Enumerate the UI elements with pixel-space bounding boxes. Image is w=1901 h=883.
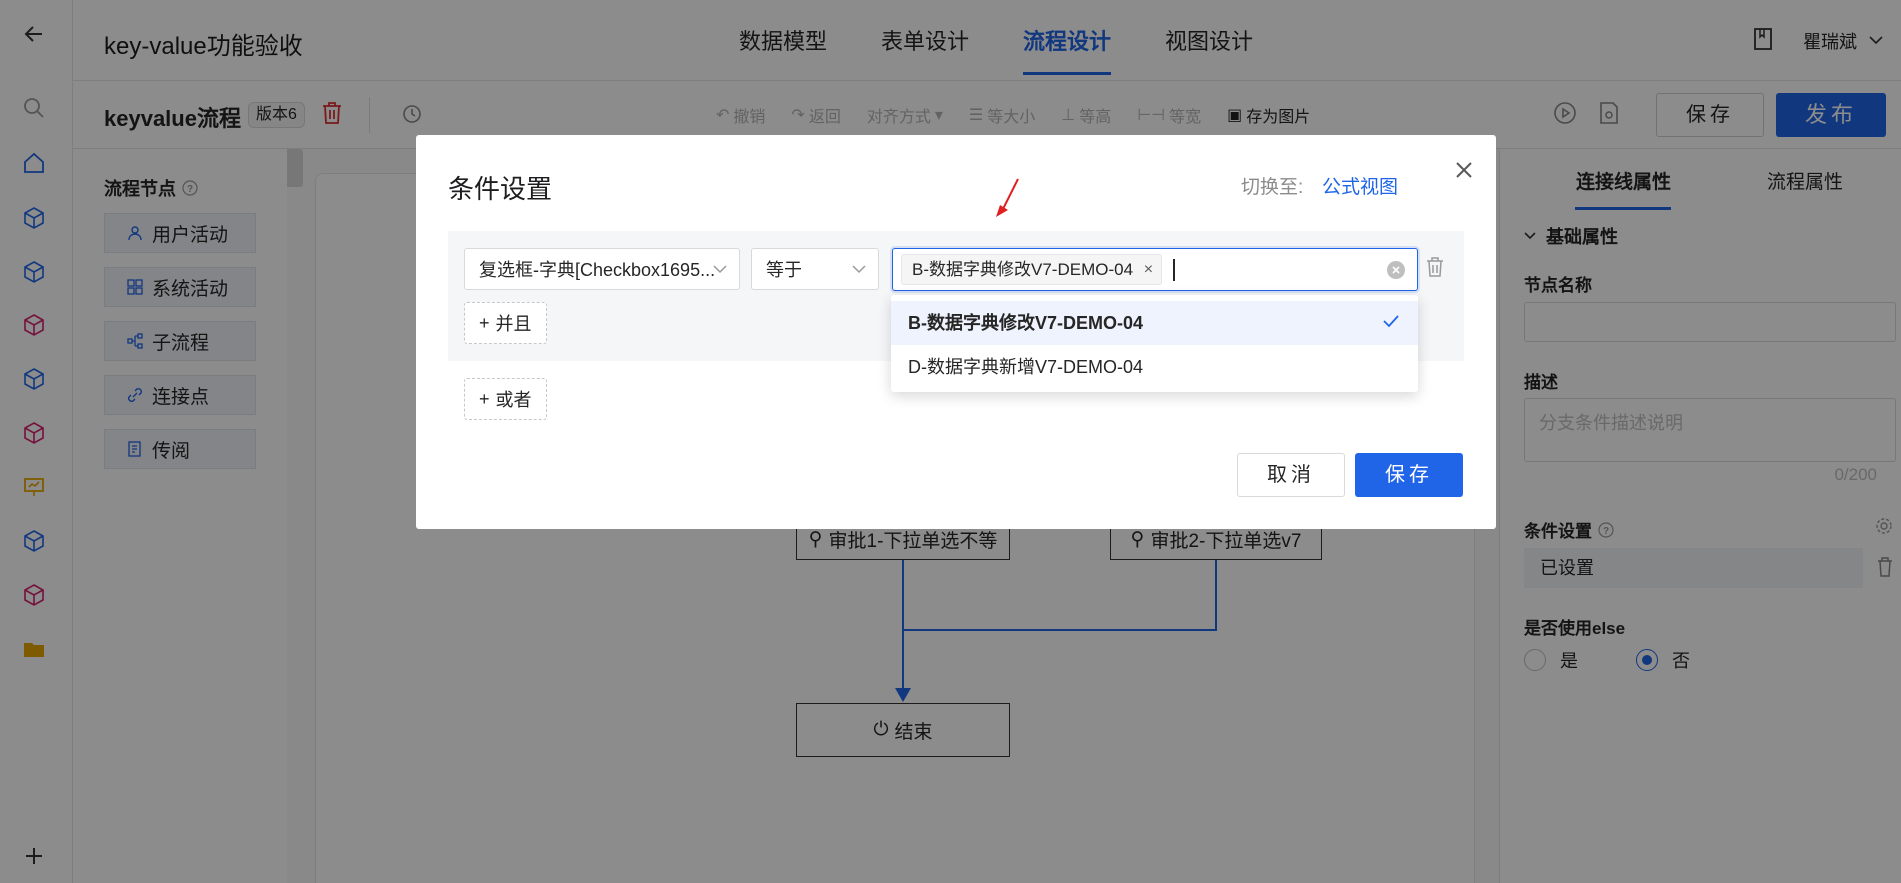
delete-condition-icon[interactable] (1426, 257, 1444, 277)
switch-view-label: 切换至: (1241, 177, 1304, 198)
clear-icon[interactable] (1387, 261, 1405, 279)
dialog-save-button[interactable]: 保存 (1355, 453, 1463, 497)
plus-icon: + (479, 388, 490, 409)
close-icon[interactable] (1449, 155, 1479, 185)
add-or-label: 或者 (495, 390, 532, 410)
check-icon (1383, 315, 1399, 328)
option-d-dict-add[interactable]: D-数据字典新增V7-DEMO-04 (891, 345, 1418, 389)
operator-select[interactable]: 等于 (751, 248, 879, 290)
selected-value-tag: B-数据字典修改V7-DEMO-04 × (901, 254, 1163, 285)
chevron-down-icon (713, 265, 727, 274)
add-or-button[interactable]: + 或者 (464, 378, 547, 420)
selected-tag-label: B-数据字典修改V7-DEMO-04 (912, 260, 1134, 279)
field-select[interactable]: 复选框-字典[Checkbox1695... (464, 248, 740, 290)
annotation-arrow (996, 178, 1019, 217)
option-label: D-数据字典新增V7-DEMO-04 (908, 357, 1144, 377)
field-select-value: 复选框-字典[Checkbox1695... (479, 260, 716, 280)
tag-remove-icon[interactable]: × (1144, 255, 1153, 284)
add-and-button[interactable]: + 并且 (464, 302, 547, 344)
dialog-title: 条件设置 (448, 174, 553, 204)
condition-setting-dialog: 条件设置 切换至: 公式视图 复选框-字典[Checkbox1695... 等于… (416, 135, 1496, 529)
add-and-label: 并且 (495, 314, 532, 334)
value-multiselect[interactable]: B-数据字典修改V7-DEMO-04 × (892, 248, 1418, 291)
operator-select-value: 等于 (766, 260, 802, 280)
cancel-button[interactable]: 取消 (1237, 453, 1345, 497)
option-label: B-数据字典修改V7-DEMO-04 (908, 313, 1144, 333)
plus-icon: + (479, 312, 490, 333)
option-b-dict-modify[interactable]: B-数据字典修改V7-DEMO-04 (891, 301, 1418, 345)
formula-view-link[interactable]: 公式视图 (1322, 172, 1398, 199)
chevron-down-icon (852, 265, 866, 274)
value-options-dropdown: B-数据字典修改V7-DEMO-04 D-数据字典新增V7-DEMO-04 (891, 295, 1418, 392)
text-caret (1173, 259, 1175, 281)
